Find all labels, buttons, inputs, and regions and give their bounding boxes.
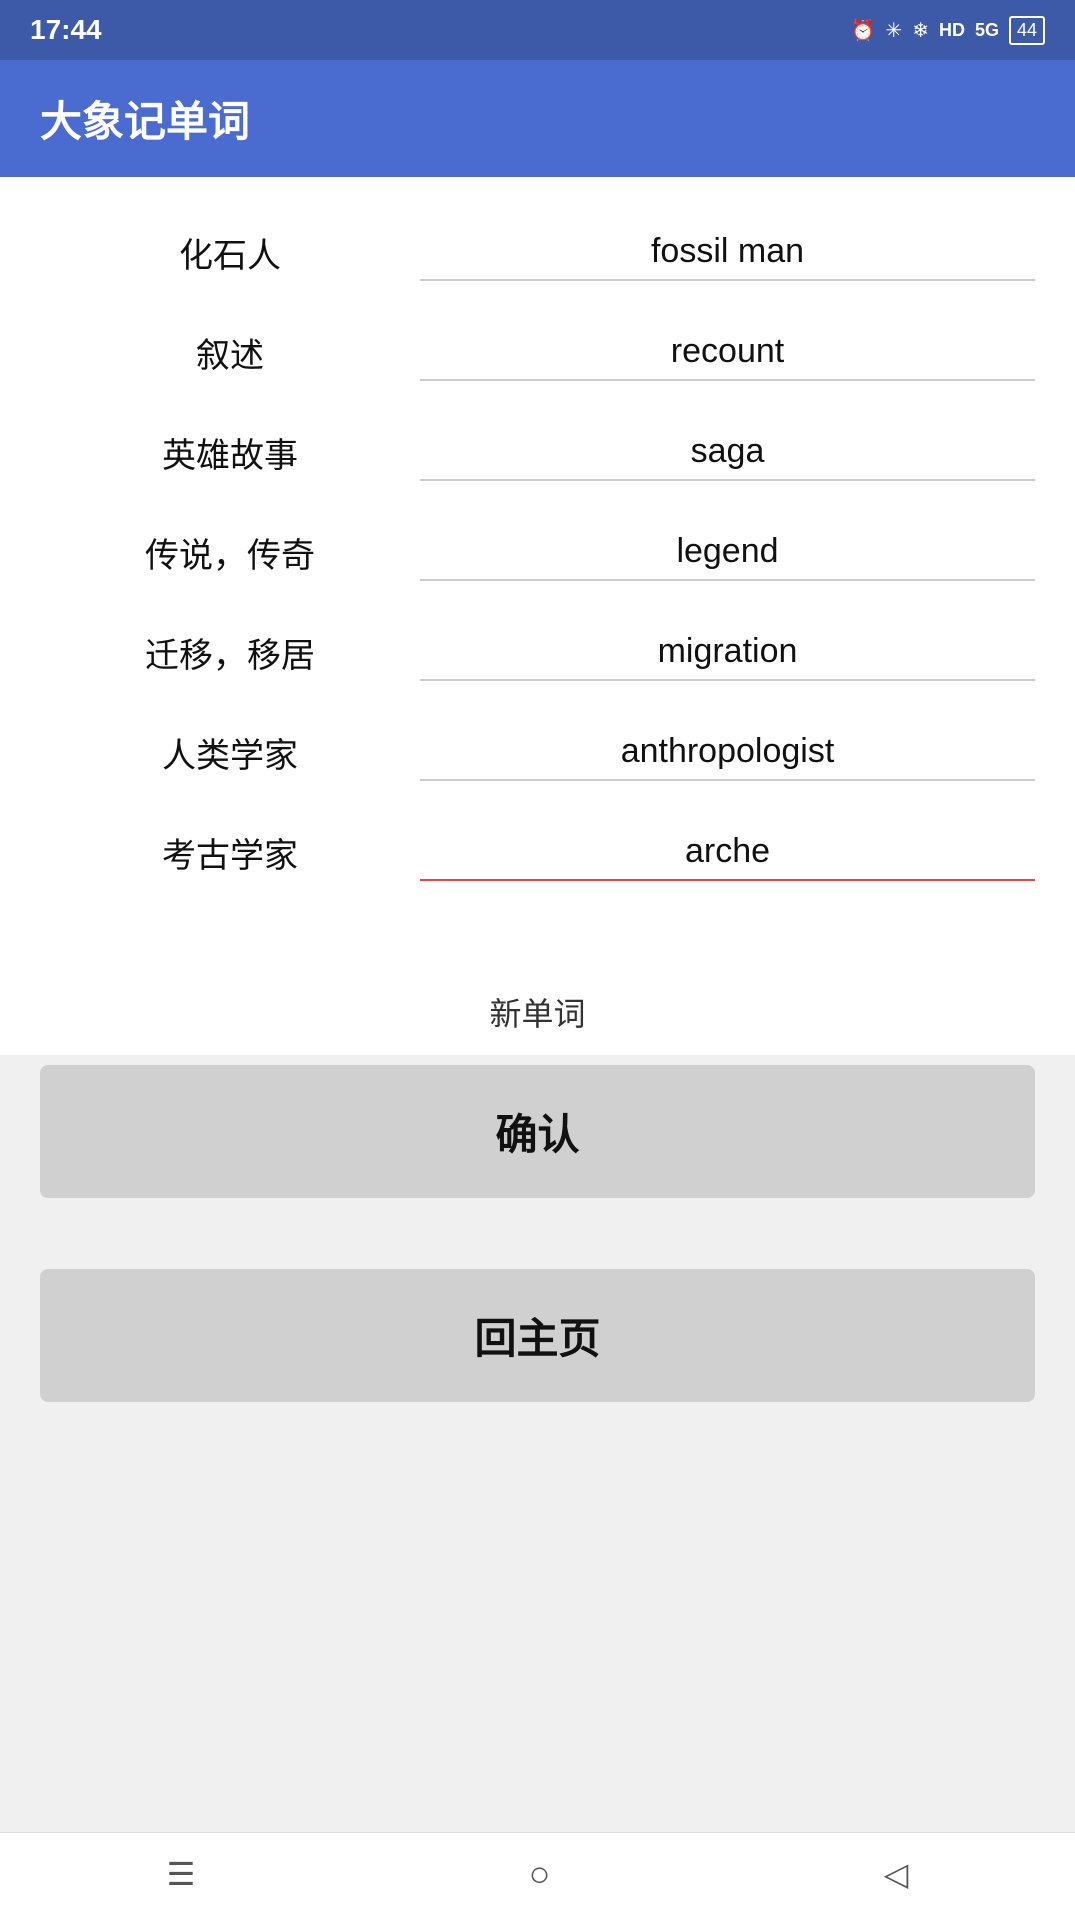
app-title: 大象记单词 xyxy=(40,98,250,145)
word-row: 考古学家 xyxy=(40,807,1035,897)
english-input-container: legend xyxy=(420,524,1035,581)
home-button[interactable]: 回主页 xyxy=(40,1269,1035,1402)
word-row: 化石人 fossil man xyxy=(40,207,1035,297)
word-row: 传说，传奇 legend xyxy=(40,507,1035,597)
english-input-container: anthropologist xyxy=(420,724,1035,781)
english-input-active[interactable] xyxy=(430,832,1025,871)
bottom-spacer xyxy=(0,1432,1075,1832)
back-icon[interactable]: ◁ xyxy=(884,1855,909,1893)
alarm-icon: ⏰ xyxy=(851,18,876,43)
word-rows-container: 化石人 fossil man 叙述 recount 英雄故事 saga 传说，传奇 legen… xyxy=(40,207,1035,897)
spacer xyxy=(0,1208,1075,1240)
bottom-nav: ☰ ○ ◁ xyxy=(0,1832,1075,1915)
signal-icon: 5G xyxy=(975,20,999,41)
home-nav-icon[interactable]: ○ xyxy=(529,1853,551,1895)
status-time: 17:44 xyxy=(30,14,102,46)
chinese-label: 英雄故事 xyxy=(40,428,420,477)
new-word-label: 新单词 xyxy=(40,989,1035,1035)
chinese-label: 考古学家 xyxy=(40,828,420,877)
english-input-container: fossil man xyxy=(420,224,1035,281)
confirm-button[interactable]: 确认 xyxy=(40,1065,1035,1198)
app-header: 大象记单词 xyxy=(0,60,1075,177)
english-input-container: saga xyxy=(420,424,1035,481)
english-input-container xyxy=(420,824,1035,881)
wifi-icon: ❄ xyxy=(912,18,929,43)
word-row: 叙述 recount xyxy=(40,307,1035,397)
english-display: anthropologist xyxy=(430,732,1025,771)
word-row: 英雄故事 saga xyxy=(40,407,1035,497)
chinese-label: 迁移，移居 xyxy=(40,628,420,677)
word-row: 人类学家 anthropologist xyxy=(40,707,1035,797)
status-bar: 17:44 ⏰ ✳ ❄ HD 5G 44 xyxy=(0,0,1075,60)
menu-icon[interactable]: ☰ xyxy=(167,1855,196,1893)
battery-icon: 44 xyxy=(1009,16,1045,45)
chinese-label: 传说，传奇 xyxy=(40,528,420,577)
english-input-container: migration xyxy=(420,624,1035,681)
word-row: 迁移，移居 migration xyxy=(40,607,1035,697)
bluetooth-icon: ✳ xyxy=(885,18,902,43)
chinese-label: 叙述 xyxy=(40,328,420,377)
chinese-label: 人类学家 xyxy=(40,728,420,777)
status-icons: ⏰ ✳ ❄ HD 5G 44 xyxy=(851,16,1045,45)
english-display: recount xyxy=(430,332,1025,371)
english-display: legend xyxy=(430,532,1025,571)
main-content: 化石人 fossil man 叙述 recount 英雄故事 saga 传说，传奇 legen… xyxy=(0,177,1075,969)
english-input-container: recount xyxy=(420,324,1035,381)
english-display: fossil man xyxy=(430,232,1025,271)
new-word-section: 新单词 xyxy=(0,969,1075,1055)
chinese-label: 化石人 xyxy=(40,228,420,277)
english-display: migration xyxy=(430,632,1025,671)
hd-icon: HD xyxy=(939,20,965,41)
english-display: saga xyxy=(430,432,1025,471)
